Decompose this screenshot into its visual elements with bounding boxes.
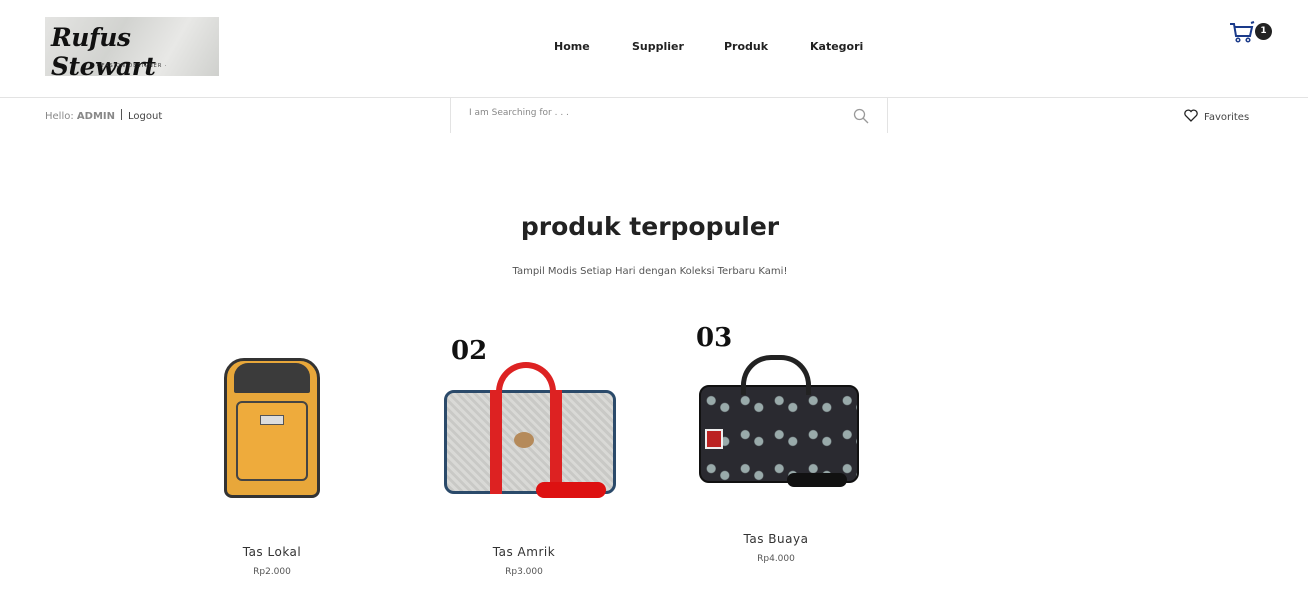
user-greeting: Hello: ADMIN Logout — [45, 109, 162, 122]
search-bar — [450, 98, 888, 133]
product-name: Tas Lokal — [242, 545, 302, 559]
favorites-label: Favorites — [1204, 112, 1250, 123]
cart-count-badge: 1 — [1255, 23, 1272, 40]
cart-button[interactable]: 1 — [1229, 21, 1272, 47]
brand-tagline: · FASION DESIGNER · — [96, 63, 168, 69]
product-price: Rp4.000 — [757, 554, 795, 564]
nav-kategori[interactable]: Kategori — [810, 40, 863, 53]
section-title: produk terpopuler — [520, 212, 780, 241]
product-card[interactable]: Tas Buaya Rp4.000 — [676, 532, 876, 564]
product-price: Rp3.000 — [505, 567, 543, 577]
cart-icon — [1230, 21, 1255, 43]
product-image-tas-buaya[interactable] — [695, 355, 867, 497]
heart-icon — [1184, 109, 1198, 122]
product-rank: 03 — [696, 323, 733, 353]
logout-link[interactable]: Logout — [128, 111, 162, 122]
section-subtitle: Tampil Modis Setiap Hari dengan Koleksi … — [512, 266, 788, 277]
nav-supplier[interactable]: Supplier — [632, 40, 684, 53]
nav-produk[interactable]: Produk — [724, 40, 768, 53]
product-name: Tas Buaya — [743, 532, 809, 546]
search-icon[interactable] — [853, 108, 869, 124]
nav-home[interactable]: Home — [554, 40, 590, 53]
favorites-link[interactable]: Favorites — [1184, 109, 1249, 123]
product-card[interactable]: Tas Lokal Rp2.000 — [172, 545, 372, 577]
brand-logo[interactable]: Rufus Stewart · FASION DESIGNER · — [45, 17, 219, 81]
product-image-tas-amrik[interactable] — [440, 362, 620, 507]
search-input[interactable] — [469, 108, 829, 118]
product-price: Rp2.000 — [253, 567, 291, 577]
product-name: Tas Amrik — [492, 545, 556, 559]
product-card[interactable]: Tas Amrik Rp3.000 — [424, 545, 624, 577]
hello-label: Hello: — [45, 111, 74, 122]
brand-name: Rufus Stewart — [51, 23, 156, 81]
username: ADMIN — [76, 111, 115, 122]
product-image-tas-lokal[interactable] — [218, 343, 326, 500]
